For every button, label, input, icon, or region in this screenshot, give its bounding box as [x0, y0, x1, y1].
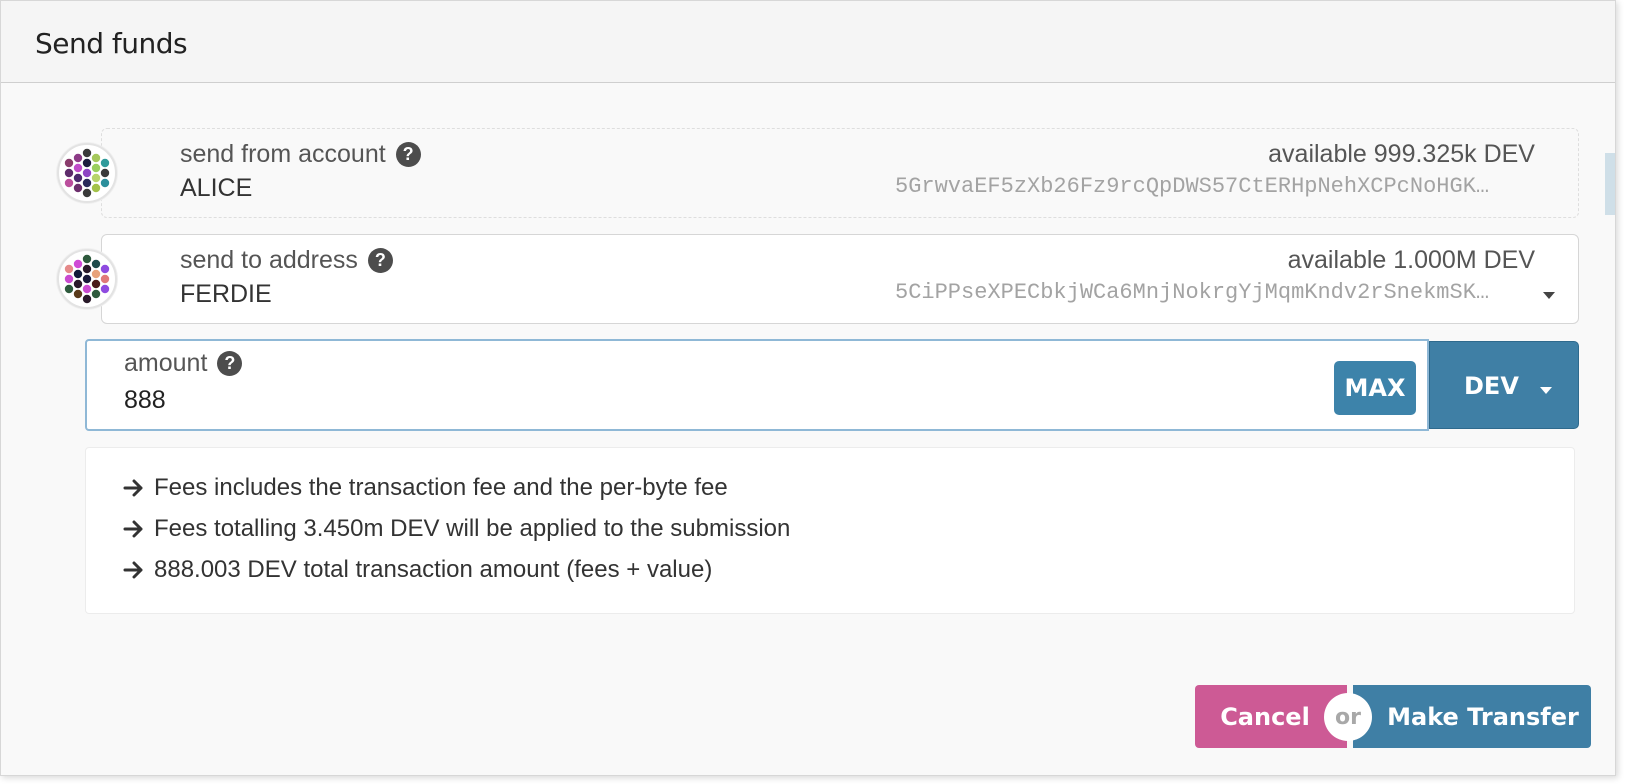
fee-line: Fees includes the transaction fee and th…	[122, 474, 728, 502]
fees-info-box: Fees includes the transaction fee and th…	[85, 447, 1575, 614]
max-button[interactable]: MAX	[1334, 361, 1416, 415]
question-circle-icon[interactable]: ?	[395, 142, 421, 167]
arrow-right-icon	[123, 479, 143, 497]
from-account-address: 5GrwvaEF5zXb26Fz9rcQpDWS57CtERHpNehXCPcN…	[895, 174, 1490, 199]
caret-down-icon	[1540, 387, 1552, 394]
arrow-right-icon	[123, 520, 143, 538]
fee-text: 888.003 DEV total transaction amount (fe…	[154, 556, 713, 583]
from-identicon-avatar	[57, 143, 117, 203]
amount-input[interactable]	[124, 386, 1224, 415]
amount-label-row: amount ?	[124, 349, 243, 378]
from-account-name: ALICE	[180, 174, 253, 202]
to-address-label-row: send to address ?	[180, 246, 393, 275]
question-circle-icon[interactable]: ?	[367, 248, 393, 273]
question-circle-icon[interactable]: ?	[217, 351, 243, 376]
or-separator: or	[1324, 693, 1372, 741]
unit-label: DEV	[1464, 372, 1519, 400]
to-account-name: FERDIE	[180, 280, 272, 308]
fee-line: Fees totalling 3.450m DEV will be applie…	[122, 515, 790, 543]
from-available-balance: available 999.325k DEV	[1268, 140, 1535, 168]
make-transfer-label: Make Transfer	[1387, 702, 1579, 731]
from-account-label: send from account	[180, 140, 386, 168]
modal-title: Send funds	[35, 27, 188, 60]
to-address-label: send to address	[180, 246, 358, 274]
amount-label: amount	[124, 349, 208, 377]
send-to-address[interactable]: send to address ? FERDIE available 1.000…	[57, 234, 1579, 324]
scrollbar-thumb[interactable]	[1605, 153, 1615, 215]
caret-down-icon[interactable]	[1543, 292, 1555, 299]
fee-text: Fees totalling 3.450m DEV will be applie…	[154, 515, 791, 542]
amount-field[interactable]: amount ? MAX	[85, 339, 1429, 431]
to-available-balance: available 1.000M DEV	[1287, 246, 1535, 274]
from-account-label-row: send from account ?	[180, 140, 421, 169]
modal-header: Send funds	[1, 0, 1615, 83]
make-transfer-button[interactable]: Make Transfer	[1353, 685, 1591, 748]
send-funds-modal: Send funds send from account ? ALICE ava…	[0, 0, 1616, 776]
fee-text: Fees includes the transaction fee and th…	[154, 474, 728, 501]
send-from-account: send from account ? ALICE available 999.…	[57, 128, 1579, 218]
unit-dropdown[interactable]: DEV	[1429, 341, 1579, 429]
arrow-right-icon	[123, 561, 143, 579]
modal-actions: Cancel or Make Transfer	[1195, 685, 1591, 748]
cancel-label: Cancel	[1220, 702, 1310, 731]
to-account-address: 5CiPPseXPECbkjWCa6MnjNokrgYjMqmKndv2rSne…	[895, 280, 1490, 305]
amount-group: amount ? MAX DEV	[85, 339, 1579, 431]
to-identicon-avatar	[57, 249, 117, 309]
fee-line: 888.003 DEV total transaction amount (fe…	[122, 556, 712, 584]
